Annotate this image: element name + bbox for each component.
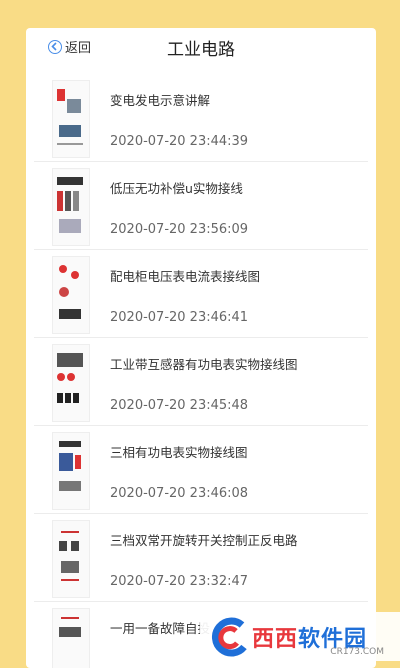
- item-timestamp: 2020-07-20 23:44:39: [110, 134, 249, 149]
- item-title: 三档双常开旋转开关控制正反电路: [110, 533, 298, 548]
- list-item[interactable]: 工业带互感器有功电表实物接线图 2020-07-20 23:45:48: [34, 338, 368, 426]
- brand-logo-icon: [206, 617, 252, 657]
- item-title: 工业带互感器有功电表实物接线图: [110, 357, 298, 372]
- app-screen: 返回 工业电路 变电发电示意讲解 2020-07-20 23:44:39 低压无…: [26, 28, 376, 668]
- item-timestamp: 2020-07-20 23:56:09: [110, 222, 249, 237]
- article-list: 变电发电示意讲解 2020-07-20 23:44:39 低压无功补偿u实物接线…: [26, 74, 376, 668]
- item-title: 低压无功补偿u实物接线: [110, 181, 243, 196]
- item-timestamp: 2020-07-20 23:45:48: [110, 398, 249, 413]
- thumbnail-image: [52, 80, 90, 158]
- item-title: 一用一备故障自投: [110, 621, 211, 636]
- item-title: 配电柜电压表电流表接线图: [110, 269, 261, 284]
- list-item[interactable]: 低压无功补偿u实物接线 2020-07-20 23:56:09: [34, 162, 368, 250]
- list-item[interactable]: 配电柜电压表电流表接线图 2020-07-20 23:46:41: [34, 250, 368, 338]
- thumbnail-image: [52, 520, 90, 598]
- thumbnail-image: [52, 344, 90, 422]
- thumbnail-image: [52, 608, 90, 668]
- thumbnail-image: [52, 256, 90, 334]
- list-item[interactable]: 变电发电示意讲解 2020-07-20 23:44:39: [34, 74, 368, 162]
- item-title: 三相有功电表实物接线图: [110, 445, 248, 460]
- thumbnail-image: [52, 168, 90, 246]
- header: 返回 工业电路: [26, 28, 376, 66]
- list-item[interactable]: 三档双常开旋转开关控制正反电路 2020-07-20 23:32:47: [34, 514, 368, 602]
- item-timestamp: 2020-07-20 23:32:47: [110, 574, 249, 589]
- site-watermark: 西西软件园 CR173.COM: [200, 612, 400, 661]
- item-title: 变电发电示意讲解: [110, 93, 211, 108]
- list-item[interactable]: 三相有功电表实物接线图 2020-07-20 23:46:08: [34, 426, 368, 514]
- page-title: 工业电路: [167, 40, 235, 60]
- watermark-domain: CR173.COM: [330, 647, 384, 657]
- watermark-brand-a: 西西: [252, 626, 299, 652]
- item-timestamp: 2020-07-20 23:46:08: [110, 486, 249, 501]
- thumbnail-image: [52, 432, 90, 510]
- item-timestamp: 2020-07-20 23:46:41: [110, 310, 249, 325]
